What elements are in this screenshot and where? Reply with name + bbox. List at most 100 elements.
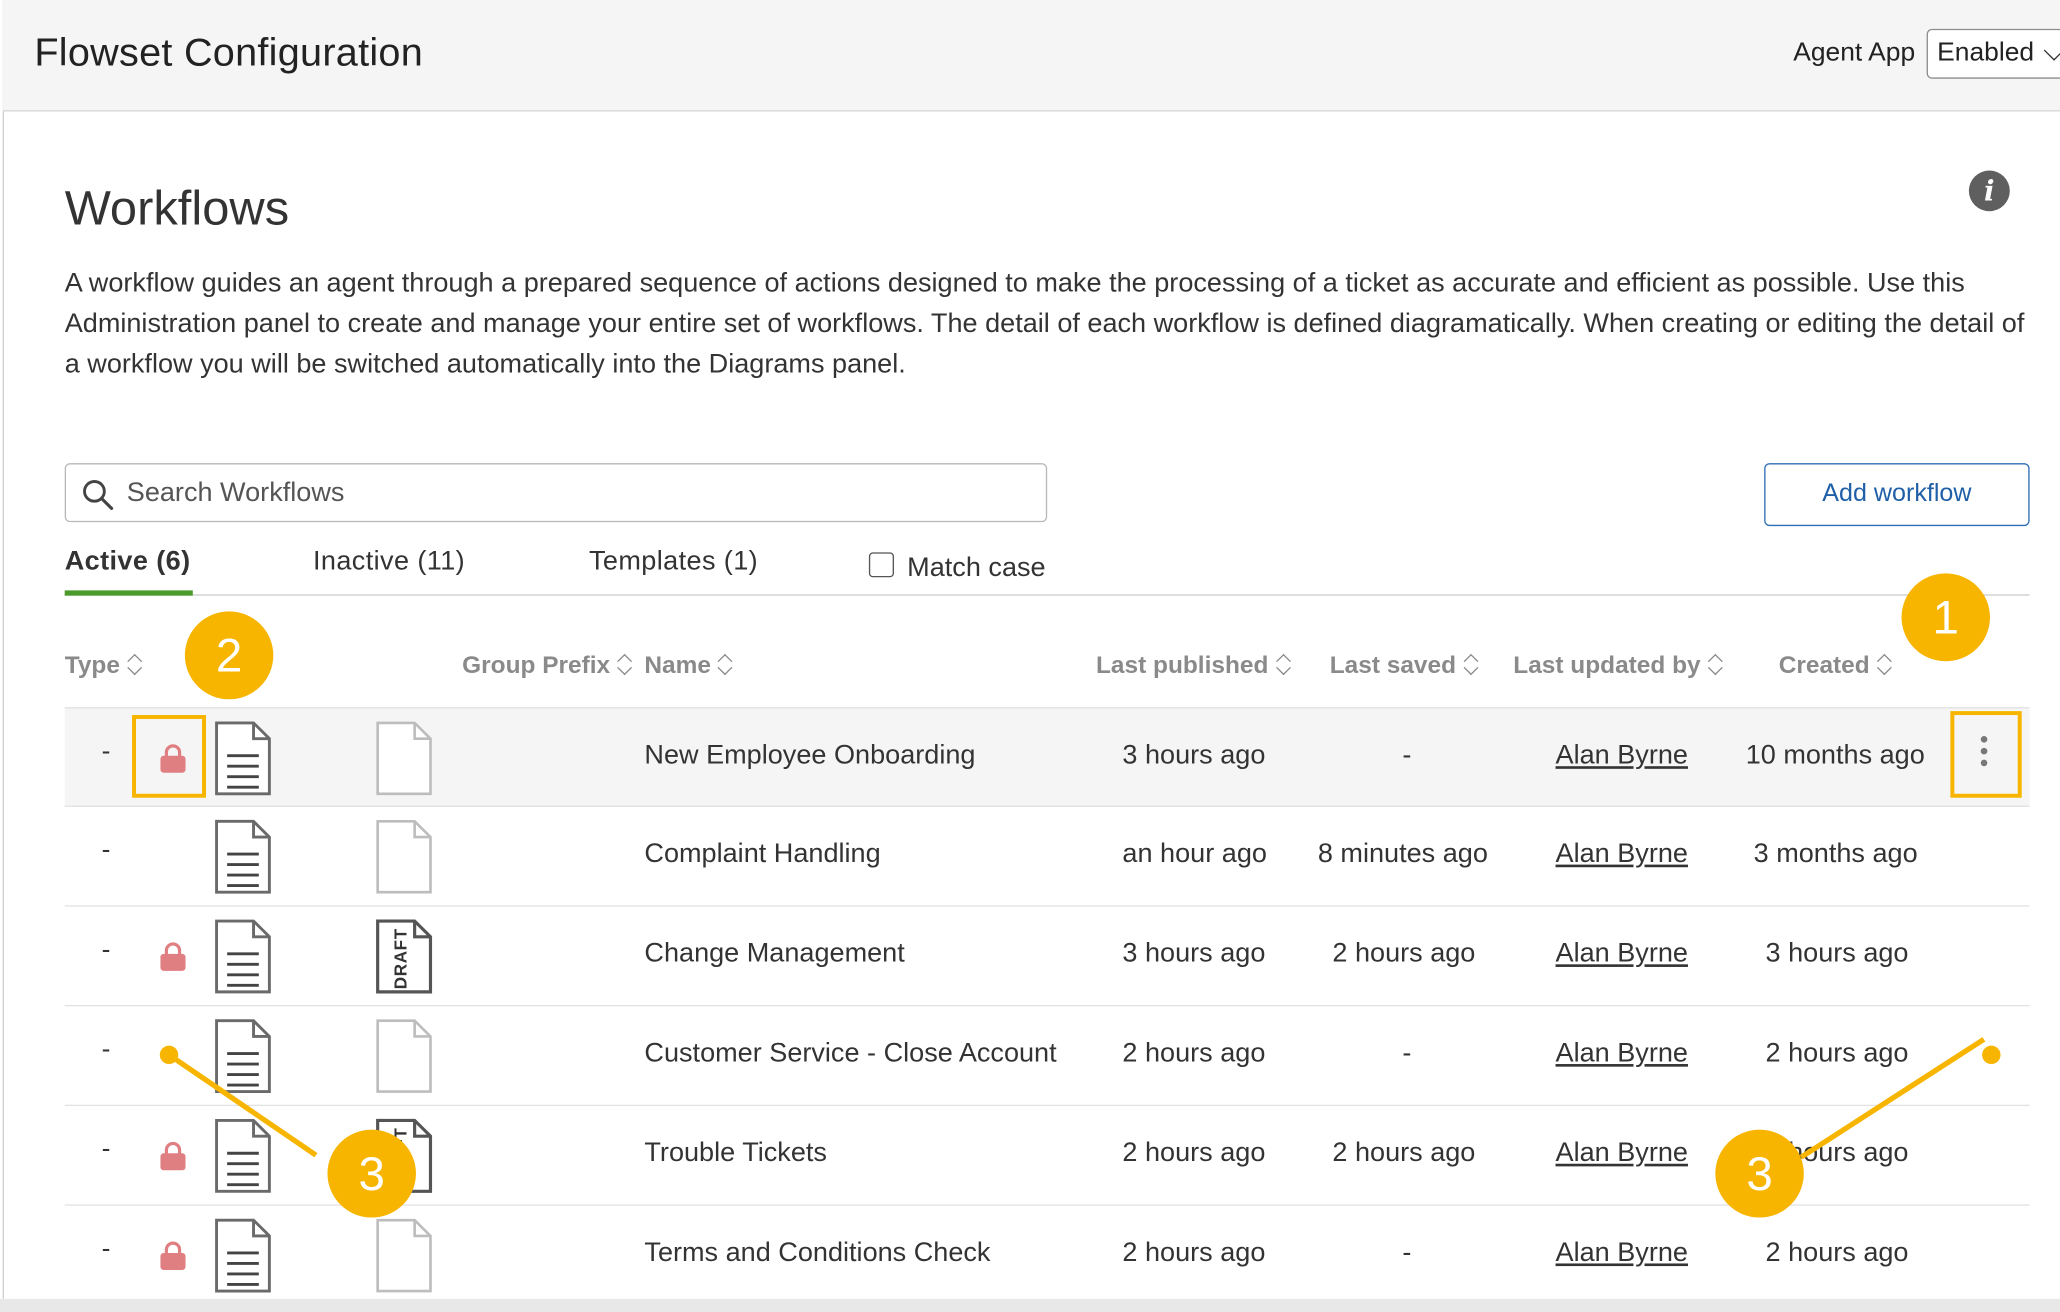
workflow-name-cell: Terms and Conditions Check (644, 1237, 991, 1268)
type-cell: - (101, 835, 111, 865)
updated-by-link[interactable]: Alan Byrne (1556, 740, 1688, 771)
blank-document-icon (375, 819, 433, 895)
sort-icon (719, 652, 732, 676)
agent-app-label: Agent App (1793, 38, 1916, 67)
lock-icon (157, 1140, 189, 1171)
column-header-label: Type (64, 650, 120, 679)
type-cell: - (101, 737, 111, 767)
type-cell: - (101, 935, 111, 965)
tabs-divider (64, 594, 2030, 596)
search-input[interactable] (126, 464, 1038, 521)
column-header-label: Group Prefix (462, 650, 611, 679)
last-published-cell: 2 hours ago (1122, 1137, 1266, 1168)
table-row[interactable]: - Customer Service - Close Account 2 hours… (64, 1006, 2030, 1107)
agent-app-select-value: Enabled (1937, 38, 2035, 67)
page-description: A workflow guides an agent through a pre… (64, 267, 2025, 380)
table-row[interactable]: - New Employee Onboarding 3 hours ago - Alan… (64, 707, 2030, 807)
tab-templates[interactable]: Templates (1) (589, 546, 758, 577)
last-saved-cell: - (1402, 1037, 1412, 1068)
draft-document-icon: DRAFT (375, 918, 433, 994)
workflow-name-cell: Customer Service - Close Account (644, 1037, 1057, 1068)
app-title: Flowset Configuration (34, 31, 424, 75)
column-header-label: Created (1778, 650, 1870, 679)
tab-inactive[interactable]: Inactive (11) (313, 546, 465, 577)
last-published-cell: 2 hours ago (1122, 1237, 1266, 1268)
last-saved-cell: 2 hours ago (1332, 1137, 1476, 1168)
created-cell: 3 hours ago (1765, 938, 1909, 969)
blank-document-icon (375, 720, 433, 796)
sort-icon (1464, 652, 1477, 676)
agent-app-select[interactable]: Enabled (1926, 28, 2060, 79)
column-header-last-published[interactable]: Last published (1096, 651, 1290, 680)
created-cell: 2 hours ago (1765, 1237, 1909, 1268)
created-cell: 10 months ago (1745, 739, 1925, 771)
column-header-label: Name (644, 650, 711, 679)
last-saved-cell: - (1402, 739, 1412, 771)
page-title: Workflows (64, 181, 290, 235)
add-workflow-button[interactable]: Add workflow (1764, 463, 2030, 527)
last-published-cell: 2 hours ago (1122, 1037, 1266, 1068)
callout-badge-1: 1 (1901, 573, 1990, 662)
sort-icon (1276, 652, 1289, 676)
top-bar: Flowset Configuration Agent App Enabled (2, 0, 2060, 112)
type-cell: - (101, 1035, 111, 1065)
blank-document-icon (375, 1218, 433, 1294)
updated-by-link[interactable]: Alan Byrne (1556, 1138, 1688, 1169)
column-header-name[interactable]: Name (644, 651, 732, 680)
column-header-label: Last saved (1329, 650, 1457, 679)
last-published-cell: 3 hours ago (1122, 938, 1266, 969)
blank-document-icon (375, 1018, 433, 1094)
last-saved-cell: - (1402, 1237, 1412, 1268)
table-row[interactable]: - DRAFT Change Management 3 hours ago 2 hour… (64, 907, 2030, 1007)
workflow-document-icon (214, 1118, 272, 1194)
match-case-checkbox[interactable] (868, 552, 894, 578)
column-header-group-prefix[interactable]: Group Prefix (462, 651, 631, 680)
last-saved-cell: 8 minutes ago (1317, 838, 1488, 869)
last-saved-cell: 2 hours ago (1332, 938, 1476, 969)
column-header-label: Last published (1096, 650, 1269, 679)
column-header-type[interactable]: Type (65, 651, 141, 680)
lock-icon (157, 941, 189, 972)
highlight-box-lock (132, 715, 206, 798)
callout-badge-2: 2 (184, 611, 274, 700)
workflow-document-icon (214, 918, 272, 994)
created-cell: 3 months ago (1753, 838, 1918, 869)
callout-badge-3-left: 3 (327, 1129, 416, 1218)
last-published-cell: 3 hours ago (1122, 739, 1266, 771)
workflow-document-icon (214, 1018, 272, 1094)
created-cell: 2 hours ago (1765, 1037, 1909, 1068)
match-case-label: Match case (907, 552, 1046, 583)
workflow-name-cell: Complaint Handling (644, 838, 881, 869)
chevron-down-icon (2043, 40, 2060, 61)
sort-icon (128, 652, 141, 676)
callout-dot-right (1982, 1045, 2001, 1065)
callout-badge-3-right: 3 (1715, 1129, 1804, 1218)
column-header-last-saved[interactable]: Last saved (1330, 651, 1477, 680)
column-header-last-updated-by[interactable]: Last updated by (1513, 651, 1721, 680)
workflow-name-cell: Change Management (644, 938, 905, 969)
sort-icon (1709, 652, 1722, 676)
highlight-box-menu (1950, 711, 2022, 798)
lock-icon (157, 1240, 189, 1271)
search-icon (83, 480, 114, 510)
table-row[interactable]: - Terms and Conditions Check 2 hours ago - A… (64, 1206, 2030, 1306)
tab-active[interactable]: Active (6) (65, 546, 191, 577)
sort-icon (618, 652, 631, 676)
updated-by-link[interactable]: Alan Byrne (1556, 1237, 1688, 1268)
table-row[interactable]: - Complaint Handling an hour ago 8 minutes … (64, 807, 2030, 907)
info-icon[interactable]: i (1968, 170, 2010, 212)
workflow-document-icon (214, 819, 272, 895)
type-cell: - (101, 1234, 111, 1264)
active-tab-indicator (64, 590, 193, 596)
last-published-cell: an hour ago (1122, 838, 1267, 869)
workflow-document-icon (214, 1218, 272, 1294)
updated-by-link[interactable]: Alan Byrne (1556, 838, 1688, 869)
updated-by-link[interactable]: Alan Byrne (1556, 938, 1688, 969)
workflow-document-icon (214, 720, 272, 796)
column-header-created[interactable]: Created (1779, 651, 1891, 680)
workflow-name-cell: Trouble Tickets (644, 1137, 827, 1168)
updated-by-link[interactable]: Alan Byrne (1556, 1038, 1688, 1069)
bottom-edge (0, 1298, 2060, 1312)
workflow-name-cell: New Employee Onboarding (644, 739, 976, 771)
sort-icon (1878, 652, 1891, 676)
